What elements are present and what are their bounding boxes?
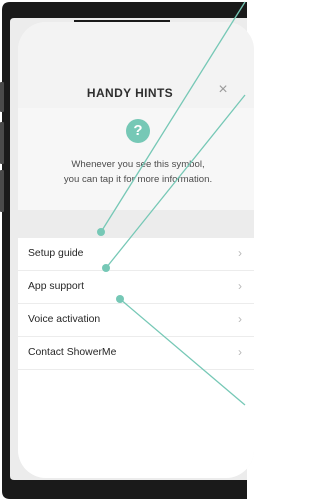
menu-item-app-support[interactable]: App support ›: [18, 271, 254, 304]
chevron-right-icon: ›: [238, 312, 242, 326]
menu-item-contact-showerme[interactable]: Contact ShowerMe ›: [18, 337, 254, 370]
close-icon[interactable]: ×: [215, 82, 231, 98]
section-divider: [18, 210, 254, 238]
hint-text-line-2: you can tap it for more information.: [63, 174, 213, 185]
menu-item-label: Contact ShowerMe: [28, 347, 117, 358]
menu-item-label: Voice activation: [28, 314, 101, 325]
screen: HANDY HINTS × ? Whenever you see this sy…: [18, 22, 254, 478]
hint-section: ? Whenever you see this symbol, you can …: [18, 108, 254, 210]
menu-item-label: Setup guide: [28, 248, 84, 259]
menu-item-setup-guide[interactable]: Setup guide ›: [18, 238, 254, 271]
page-title: HANDY HINTS: [86, 86, 174, 100]
dialog-header: HANDY HINTS ×: [18, 74, 254, 108]
status-bar: [18, 22, 254, 74]
hint-text: Whenever you see this symbol, you can ta…: [42, 157, 234, 187]
hint-text-line-1: Whenever you see this symbol,: [71, 159, 205, 170]
chevron-right-icon: ›: [238, 345, 242, 359]
chevron-right-icon: ›: [238, 279, 242, 293]
menu-item-label: App support: [28, 281, 85, 292]
question-icon: ?: [126, 119, 150, 143]
menu-list: Setup guide › App support › Voice activa…: [18, 238, 254, 478]
menu-item-voice-activation[interactable]: Voice activation ›: [18, 304, 254, 337]
chevron-right-icon: ›: [238, 246, 242, 260]
